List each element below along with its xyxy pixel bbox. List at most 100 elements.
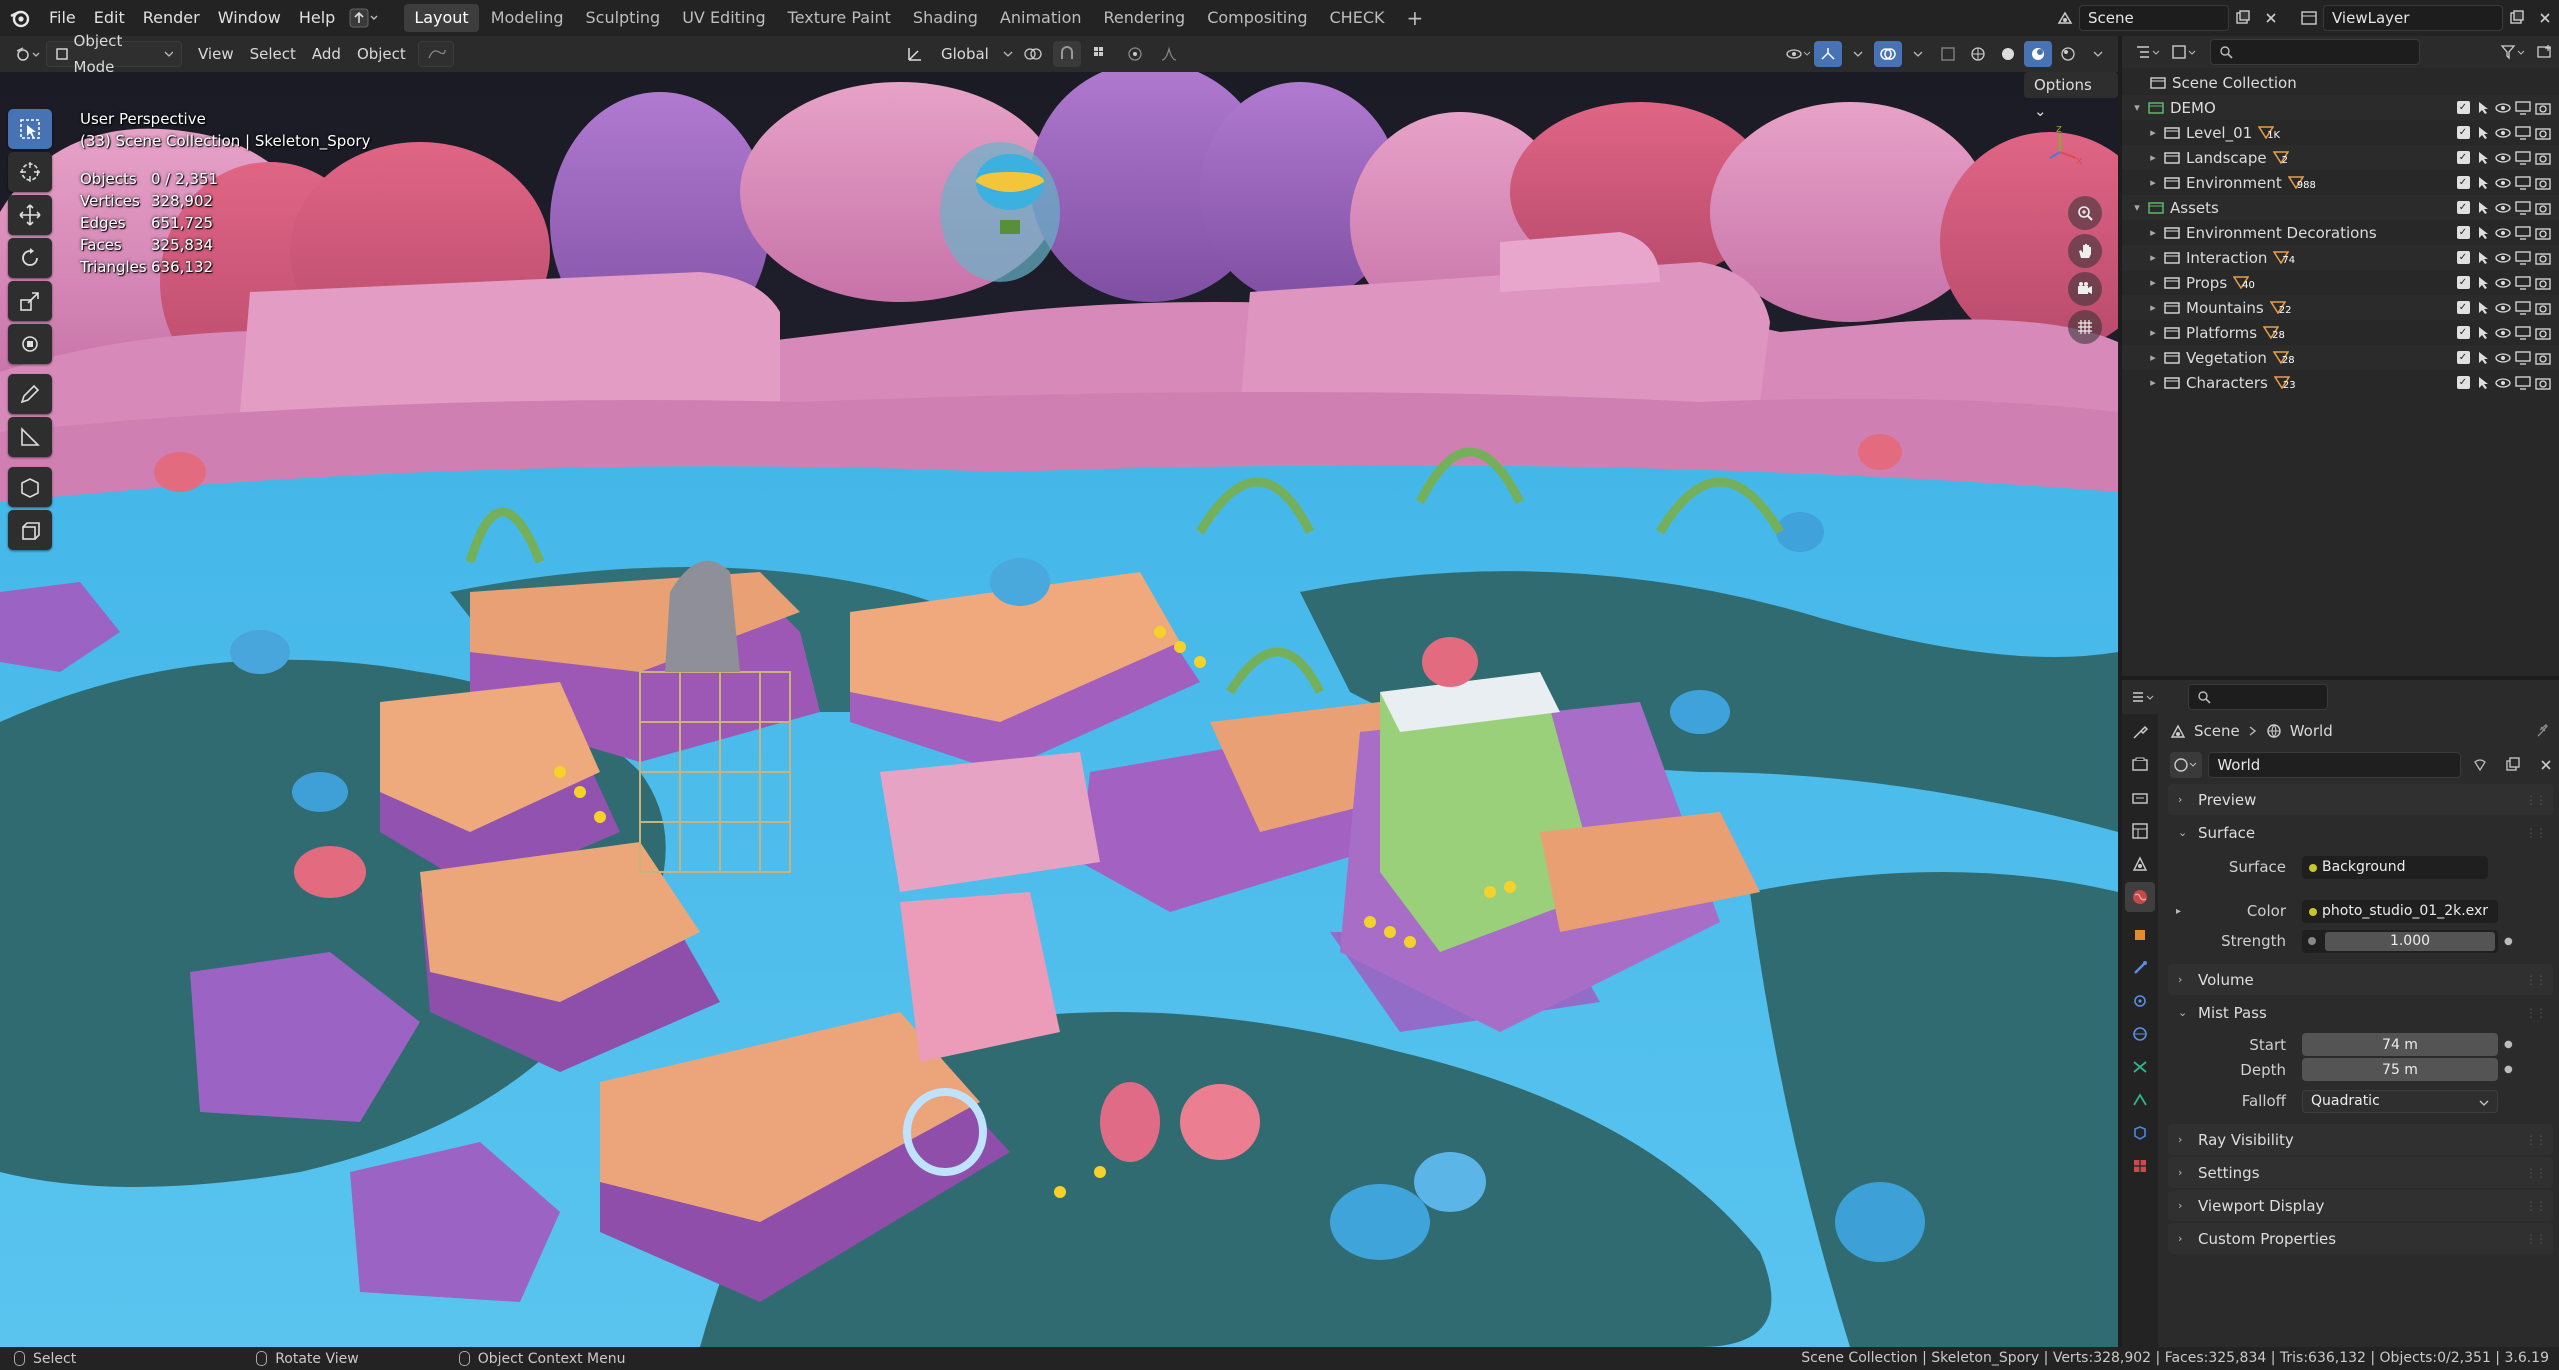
- tab-uv-editing[interactable]: UV Editing: [672, 4, 775, 32]
- move-icon[interactable]: [8, 195, 52, 235]
- exclude-checkbox[interactable]: ✓: [2453, 198, 2473, 218]
- overlays-icon[interactable]: [1874, 41, 1902, 67]
- tab-sculpting[interactable]: Sculpting: [575, 4, 670, 32]
- physics-tab-icon[interactable]: [2125, 1019, 2155, 1049]
- tool-tab-icon[interactable]: [2125, 717, 2155, 747]
- view-layer-icon[interactable]: [2295, 5, 2323, 31]
- blender-logo-icon[interactable]: [0, 0, 40, 36]
- selectable-arrow-icon[interactable]: [2473, 198, 2493, 218]
- shading-options-icon[interactable]: [417, 41, 454, 67]
- eye-icon[interactable]: [2493, 223, 2513, 243]
- annotate-icon[interactable]: [8, 374, 52, 414]
- view-layer-selector[interactable]: ViewLayer: [2323, 5, 2503, 31]
- chevron-down-icon[interactable]: ▾: [2130, 201, 2144, 214]
- selectable-arrow-icon[interactable]: [2473, 323, 2493, 343]
- menu-add[interactable]: Add: [304, 41, 349, 67]
- drag-handle-icon[interactable]: ⋮⋮: [2525, 1199, 2547, 1213]
- exclude-checkbox[interactable]: ✓: [2453, 323, 2473, 343]
- falloff-curve-icon[interactable]: [1155, 41, 1183, 67]
- chevron-right-icon[interactable]: ▸: [2146, 151, 2160, 164]
- selectable-arrow-icon[interactable]: [2473, 173, 2493, 193]
- eye-icon[interactable]: [2493, 373, 2513, 393]
- chevron-right-icon[interactable]: ▸: [2146, 326, 2160, 339]
- new-view-layer-icon[interactable]: [2503, 5, 2531, 31]
- exclude-checkbox[interactable]: ✓: [2453, 348, 2473, 368]
- outliner-row[interactable]: ▸ Level_01 1K ✓: [2122, 120, 2559, 145]
- selectable-arrow-icon[interactable]: [2473, 298, 2493, 318]
- display-mode-icon[interactable]: [2166, 39, 2202, 65]
- eye-icon[interactable]: [2493, 198, 2513, 218]
- delete-view-layer-icon[interactable]: [2531, 5, 2559, 31]
- material-tab-icon[interactable]: [2125, 1118, 2155, 1148]
- selectable-arrow-icon[interactable]: [2473, 223, 2493, 243]
- strength-field[interactable]: 1.000: [2302, 929, 2498, 953]
- drag-handle-icon[interactable]: ⋮⋮: [2525, 1006, 2547, 1020]
- outliner-row[interactable]: ▸ Interaction 74 ✓: [2122, 245, 2559, 270]
- outliner-row[interactable]: ▾ Assets ✓: [2122, 195, 2559, 220]
- 3d-viewport[interactable]: z x User Perspective (33) Scene Collecti…: [0, 72, 2118, 1347]
- material-shading-icon[interactable]: [2024, 41, 2052, 67]
- add-workspace-icon[interactable]: +: [1396, 6, 1433, 30]
- rotate-icon[interactable]: [8, 238, 52, 278]
- chevron-right-icon[interactable]: ▸: [2146, 301, 2160, 314]
- selectable-arrow-icon[interactable]: [2473, 123, 2493, 143]
- selectable-arrow-icon[interactable]: [2473, 273, 2493, 293]
- mode-selector[interactable]: Object Mode: [46, 32, 182, 76]
- color-texture-field[interactable]: photo_studio_01_2k.exr: [2302, 899, 2498, 923]
- monitor-icon[interactable]: [2513, 348, 2533, 368]
- tab-rendering[interactable]: Rendering: [1094, 4, 1196, 32]
- mist-falloff-dropdown[interactable]: Quadratic: [2302, 1089, 2498, 1113]
- scene-icon[interactable]: [2051, 5, 2079, 31]
- monitor-icon[interactable]: [2513, 198, 2533, 218]
- undo-history-icon[interactable]: [344, 5, 384, 31]
- options-button[interactable]: Options ⌄: [2024, 72, 2118, 120]
- shading-dropdown-icon[interactable]: [2084, 41, 2112, 67]
- output-tab-icon[interactable]: [2125, 783, 2155, 813]
- mist-depth-field[interactable]: 75 m: [2302, 1058, 2498, 1081]
- constraints-tab-icon[interactable]: [2125, 1052, 2155, 1082]
- tab-shading[interactable]: Shading: [903, 4, 988, 32]
- camera-icon[interactable]: [2068, 272, 2102, 306]
- outliner-row[interactable]: ▸ Environment Decorations ✓: [2122, 220, 2559, 245]
- render-camera-icon[interactable]: [2533, 148, 2553, 168]
- delete-scene-icon[interactable]: [2257, 5, 2285, 31]
- drag-handle-icon[interactable]: ⋮⋮: [2525, 1133, 2547, 1147]
- exclude-checkbox[interactable]: ✓: [2453, 373, 2473, 393]
- gizmo-icon[interactable]: [1814, 41, 1842, 67]
- keyframe-dot-icon[interactable]: ●: [2504, 936, 2513, 947]
- exclude-checkbox[interactable]: ✓: [2453, 173, 2473, 193]
- mist-start-field[interactable]: 74 m: [2302, 1033, 2498, 1056]
- eye-icon[interactable]: [2493, 273, 2513, 293]
- menu-help[interactable]: Help: [290, 0, 344, 36]
- monitor-icon[interactable]: [2513, 373, 2533, 393]
- render-camera-icon[interactable]: [2533, 273, 2553, 293]
- drag-handle-icon[interactable]: ⋮⋮: [2525, 973, 2547, 987]
- unlink-world-icon[interactable]: [2532, 752, 2559, 778]
- eye-icon[interactable]: [2493, 148, 2513, 168]
- hand-pan-icon[interactable]: [2068, 234, 2102, 268]
- pin-icon[interactable]: [2535, 723, 2549, 739]
- zoom-icon[interactable]: [2068, 196, 2102, 230]
- outliner-search-input[interactable]: [2210, 39, 2420, 65]
- panel-settings[interactable]: › Settings ⋮⋮: [2168, 1157, 2553, 1188]
- render-camera-icon[interactable]: [2533, 173, 2553, 193]
- render-camera-icon[interactable]: [2533, 298, 2553, 318]
- tab-animation[interactable]: Animation: [990, 4, 1092, 32]
- world-name-field[interactable]: World: [2208, 752, 2462, 778]
- exclude-checkbox[interactable]: ✓: [2453, 273, 2473, 293]
- pivot-point-icon[interactable]: [1019, 41, 1047, 67]
- tab-check[interactable]: CHECK: [1320, 4, 1395, 32]
- monitor-icon[interactable]: [2513, 173, 2533, 193]
- object-data-tab-icon[interactable]: [2125, 1085, 2155, 1115]
- rendered-shading-icon[interactable]: [2054, 41, 2082, 67]
- monitor-icon[interactable]: [2513, 123, 2533, 143]
- outliner-row[interactable]: ▸ Vegetation 28 ✓: [2122, 345, 2559, 370]
- monitor-icon[interactable]: [2513, 273, 2533, 293]
- eye-icon[interactable]: [2493, 248, 2513, 268]
- selectable-arrow-icon[interactable]: [2473, 248, 2493, 268]
- outliner-row[interactable]: ▸ Characters 23 ✓: [2122, 370, 2559, 395]
- properties-editor-type-icon[interactable]: [2122, 684, 2162, 710]
- exclude-checkbox[interactable]: ✓: [2453, 223, 2473, 243]
- panel-volume[interactable]: › Volume ⋮⋮: [2168, 964, 2553, 995]
- keyframe-dot-icon[interactable]: ●: [2504, 1064, 2513, 1075]
